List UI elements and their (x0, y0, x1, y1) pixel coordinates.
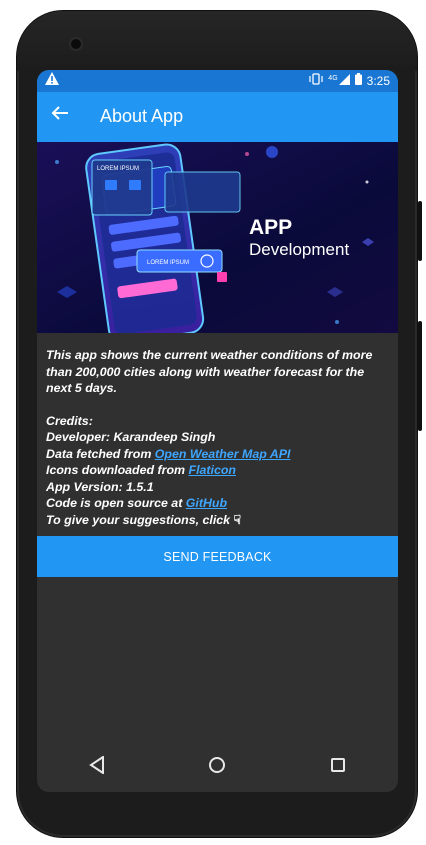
banner-image: LOREM IPSUM LOREM IPSUM APP Development (37, 142, 398, 333)
screen: 4G 3:25 About App LOREM IPSUM LOREM IPSU… (37, 70, 398, 792)
flaticon-link[interactable]: Flaticon (189, 463, 237, 477)
banner-card-text-2: LOREM IPSUM (147, 260, 189, 266)
square-recents-icon (330, 757, 346, 778)
banner-title: APP (249, 216, 292, 239)
data-credit: Data fetched from Open Weather Map API (46, 446, 291, 461)
pointing-down-hand-icon: ☟ (233, 512, 242, 527)
nav-back-button[interactable] (67, 752, 127, 782)
openweathermap-link[interactable]: Open Weather Map API (155, 447, 291, 461)
banner-card-text-1: LOREM IPSUM (97, 166, 139, 172)
battery-icon (354, 73, 362, 88)
navigation-bar (37, 742, 398, 792)
front-camera (71, 39, 81, 49)
send-feedback-button[interactable]: SEND FEEDBACK (37, 536, 398, 577)
developer-credit: Developer: Karandeep Singh (46, 430, 216, 444)
status-bar: 4G 3:25 (37, 70, 398, 92)
network-type: 4G (328, 74, 338, 82)
suggestions-text: To give your suggestions, click ☟ (46, 512, 242, 527)
warning-icon (45, 72, 59, 88)
volume-button (418, 201, 422, 261)
triangle-back-icon (89, 754, 105, 779)
app-description: This app shows the current weather condi… (46, 348, 373, 395)
status-icons: 4G 3:25 (309, 73, 390, 88)
vibrate-icon (309, 73, 323, 88)
credits-heading: Credits: (46, 413, 93, 428)
nav-home-button[interactable] (187, 752, 247, 782)
about-content: This app shows the current weather condi… (46, 347, 391, 528)
banner-subtitle: Development (249, 240, 349, 259)
source-code-credit: Code is open source at GitHub (46, 496, 228, 510)
github-link[interactable]: GitHub (186, 496, 227, 510)
power-button (418, 321, 422, 431)
app-version: App Version: 1.5.1 (46, 479, 154, 494)
nav-recents-button[interactable] (308, 752, 368, 782)
circle-home-icon (208, 756, 226, 779)
signal-icon (338, 73, 350, 88)
icons-credit: Icons downloaded from Flaticon (46, 463, 237, 477)
page-title: About App (100, 106, 184, 126)
app-bar: About App (37, 92, 398, 142)
arrow-left-icon[interactable] (51, 104, 69, 126)
clock: 3:25 (366, 73, 390, 88)
